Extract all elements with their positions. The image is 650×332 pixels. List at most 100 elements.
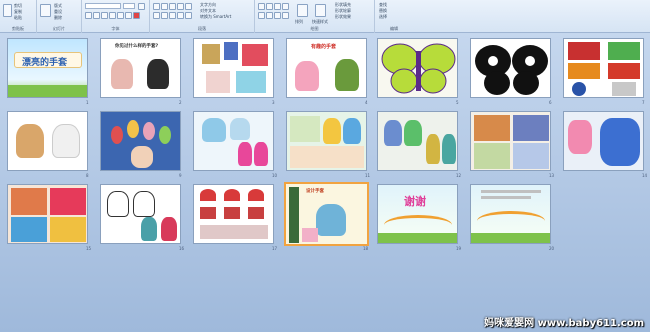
bold-icon[interactable] [85, 12, 92, 19]
drawing-image [290, 116, 320, 142]
bullets-icon[interactable] [153, 3, 160, 10]
hand-image [131, 146, 153, 168]
smartart-button[interactable]: 转换为 SmartArt [200, 14, 231, 20]
shape-arrow-icon[interactable] [274, 3, 281, 10]
slide-number: 6 [549, 100, 552, 105]
mitten-image [426, 134, 440, 164]
clipboard-group: 剪切 复制 粘贴 剪贴板 [0, 0, 37, 33]
slide-thumbnail-15[interactable] [7, 184, 88, 244]
slide-thumbnail-1[interactable]: 漂亮的手套 [7, 38, 88, 98]
columns-icon[interactable] [185, 12, 192, 19]
puppet-image [143, 122, 155, 140]
slide-sorter-view: 漂亮的手套 1 你见过什么样的手套? 2 3 有趣的手套 4 5 6 7 8 9… [0, 33, 650, 332]
mitten-image [254, 142, 268, 166]
puppet-image [159, 126, 171, 144]
slide-thumbnail-14[interactable] [563, 111, 644, 171]
slide-thumbnail-9[interactable] [100, 111, 181, 171]
drawing-image [290, 146, 364, 168]
shape-star-icon[interactable] [266, 12, 273, 19]
rainbow-image [477, 211, 545, 231]
slide-thumbnail-2[interactable]: 你见过什么样的手套? [100, 38, 181, 98]
slide-thumbnail-8[interactable] [7, 111, 88, 171]
shape-triangle-icon[interactable] [258, 12, 265, 19]
format-painter-button[interactable]: 粘贴 [14, 15, 22, 21]
slide-number: 11 [365, 173, 371, 178]
grow-font-icon[interactable] [138, 3, 145, 10]
align-right-icon[interactable] [169, 12, 176, 19]
shape-effects-button[interactable]: 形状效果 [335, 14, 351, 20]
align-center-icon[interactable] [161, 12, 168, 19]
slide-thumbnail-6[interactable] [470, 38, 551, 98]
arrange-button[interactable]: 排列 [295, 19, 303, 25]
paste-icon[interactable] [3, 4, 12, 17]
increase-indent-icon[interactable] [177, 3, 184, 10]
slides-group: 版式 重设 删除 幻灯片 [37, 0, 82, 33]
shape-rect-icon[interactable] [258, 3, 265, 10]
line-spacing-icon[interactable] [185, 3, 192, 10]
slide-thumbnail-12[interactable] [377, 111, 458, 171]
delete-button[interactable]: 删除 [54, 15, 62, 21]
new-slide-icon[interactable] [40, 4, 51, 17]
shape-line-icon[interactable] [266, 3, 273, 10]
scarf-image [248, 207, 264, 219]
arrange-icon[interactable] [297, 4, 308, 17]
italic-icon[interactable] [93, 12, 100, 19]
quick-styles-icon[interactable] [315, 4, 326, 17]
slide-thumbnail-11[interactable] [286, 111, 367, 171]
slide-number: 12 [456, 173, 462, 178]
font-size-field[interactable] [123, 3, 135, 9]
mitten-image [242, 44, 268, 66]
char-spacing-icon[interactable] [125, 12, 132, 19]
mitten-image [295, 61, 319, 91]
slide-thumbnail-19[interactable]: 谢谢 [377, 184, 458, 244]
slide-thumbnail-17[interactable] [193, 184, 274, 244]
mitten-image [202, 44, 220, 64]
butterfly-image [568, 63, 600, 79]
shape-more-icon[interactable] [282, 12, 289, 19]
slide-thumbnail-3[interactable] [193, 38, 274, 98]
shape-oval-icon[interactable] [282, 3, 289, 10]
shape-callout-icon[interactable] [274, 12, 281, 19]
slide-thumbnail-16[interactable] [100, 184, 181, 244]
mitten-image [16, 124, 44, 158]
font-color-icon[interactable] [133, 12, 140, 19]
side-image [289, 187, 299, 243]
slide-number: 18 [363, 246, 369, 251]
mitten-image [404, 120, 422, 146]
slide-thumbnail-4[interactable]: 有趣的手套 [286, 38, 367, 98]
slide-thumbnail-7[interactable] [563, 38, 644, 98]
align-left-icon[interactable] [153, 12, 160, 19]
underline-icon[interactable] [101, 12, 108, 19]
numbering-icon[interactable] [161, 3, 168, 10]
butterfly-image [381, 43, 456, 94]
slide-title: 设计手套 [306, 189, 324, 194]
quick-styles-button[interactable]: 快速样式 [312, 19, 328, 25]
mitten-image [323, 118, 341, 144]
slide-number: 1 [86, 100, 89, 105]
justify-icon[interactable] [177, 12, 184, 19]
collage-image [50, 188, 86, 215]
drawing-label: 绘图 [310, 26, 319, 31]
slide-thumbnail-5[interactable] [377, 38, 458, 98]
collage-image [11, 188, 47, 215]
collage-image [11, 217, 47, 242]
decrease-indent-icon[interactable] [169, 3, 176, 10]
slide-thumbnail-18-selected[interactable]: 设计手套 [284, 182, 369, 246]
slide-thumbnail-10[interactable] [193, 111, 274, 171]
font-name-field[interactable] [85, 3, 121, 9]
select-button[interactable]: 选择 [379, 14, 387, 20]
editing-label: 编辑 [390, 26, 398, 31]
logo-image [612, 82, 636, 96]
shadow-icon[interactable] [117, 12, 124, 19]
slide-number: 8 [86, 173, 89, 178]
font-group: 字体 [82, 0, 150, 33]
slide-number: 15 [86, 246, 92, 251]
slide-number: 13 [549, 173, 555, 178]
strikethrough-icon[interactable] [109, 12, 116, 19]
mitten-image [141, 217, 157, 241]
slide-thumbnail-20[interactable] [470, 184, 551, 244]
slide-thumbnail-13[interactable] [470, 111, 551, 171]
collage-image [50, 217, 86, 242]
slide-number: 17 [272, 246, 278, 251]
rainbow-image [384, 215, 452, 235]
